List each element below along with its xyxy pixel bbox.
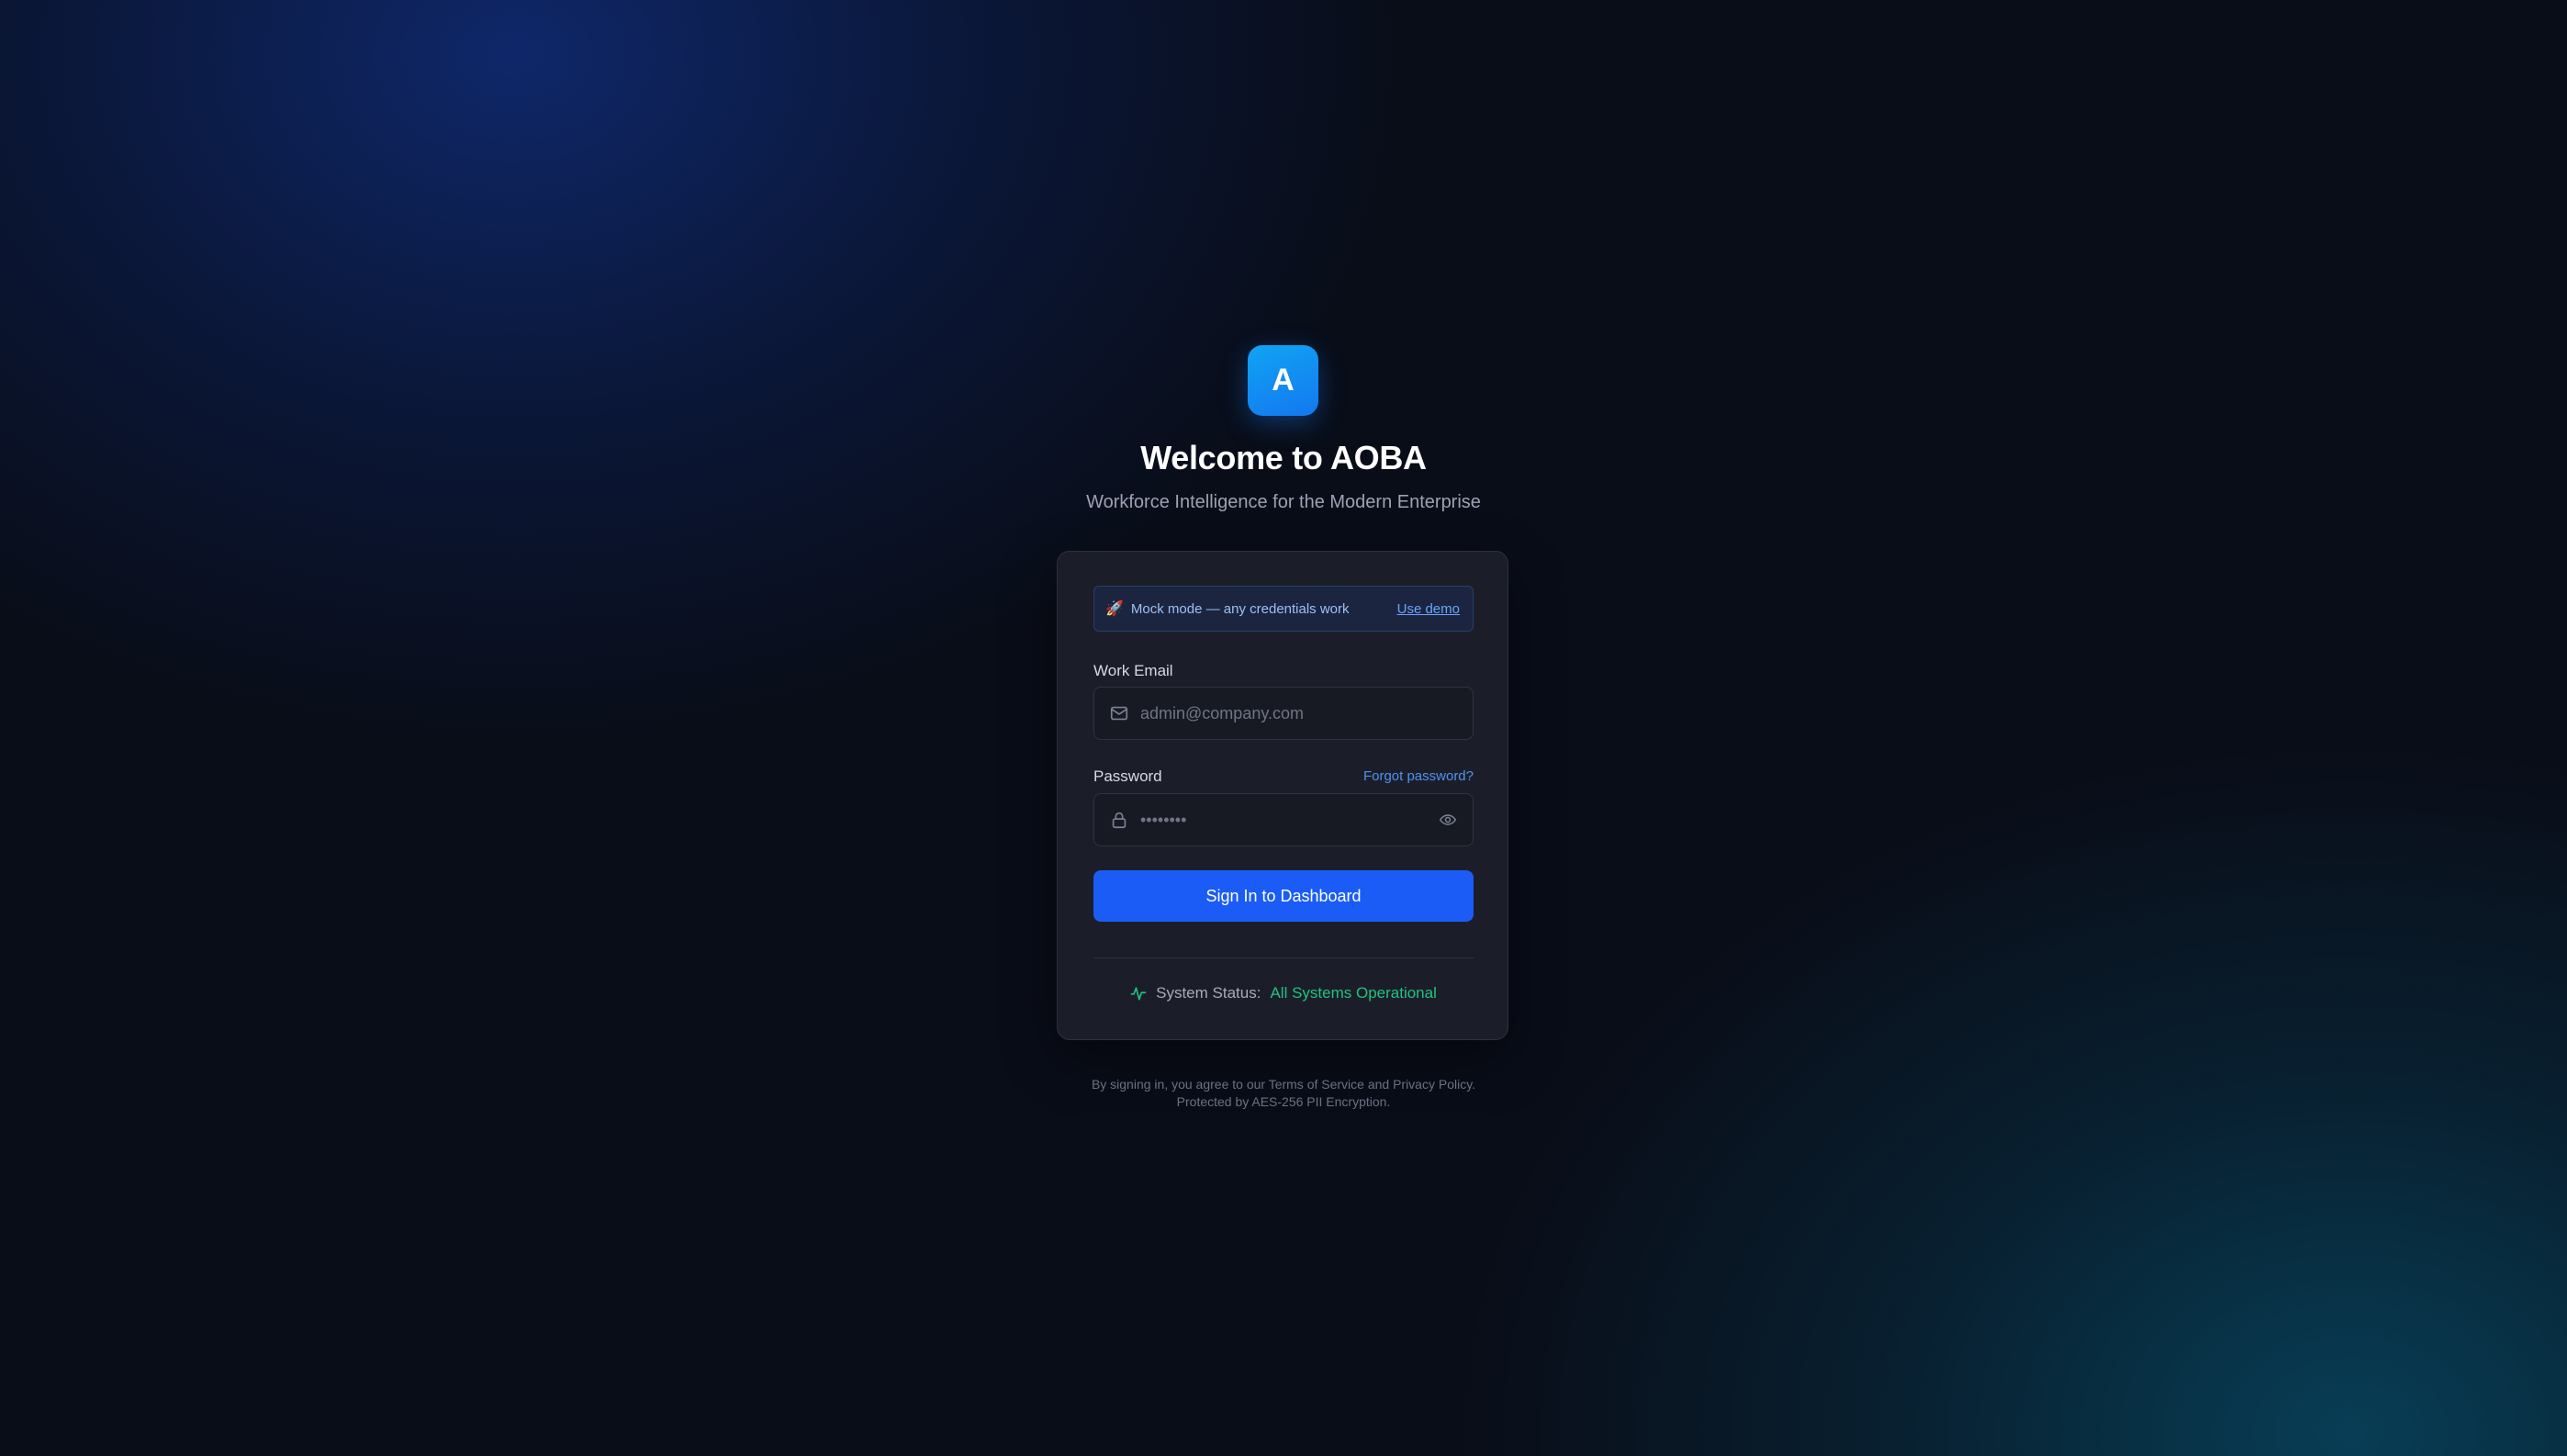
use-demo-link[interactable]: Use demo [1397,601,1460,617]
app-logo: A [1248,345,1318,416]
email-field[interactable] [1093,687,1474,740]
rocket-icon: 🚀 [1105,601,1124,617]
sign-in-button[interactable]: Sign In to Dashboard [1093,870,1474,922]
encryption-note: Protected by AES-256 PII Encryption. [1176,1094,1391,1109]
legal-footer: By signing in, you agree to our Terms of… [0,1076,2567,1111]
password-label: Password [1093,767,1162,785]
status-label: System Status: [1156,984,1261,1002]
email-label: Work Email [1093,662,1173,679]
page-subtitle: Workforce Intelligence for the Modern En… [1086,492,1481,512]
lock-icon [1109,810,1129,830]
login-card: 🚀 Mock mode — any credentials work Use d… [1057,551,1508,1040]
password-field[interactable] [1093,793,1474,846]
system-status: System Status: All Systems Operational [1058,983,1508,1003]
legal-text: By signing in, you agree to our Terms of… [1091,1077,1476,1092]
email-input[interactable] [1140,703,1458,723]
eye-icon[interactable] [1438,810,1458,830]
mail-icon [1109,703,1129,723]
activity-icon [1128,983,1149,1003]
password-input[interactable] [1140,810,1438,830]
logo-letter: A [1272,363,1295,398]
mock-mode-text: Mock mode — any credentials work [1130,600,1350,617]
page-title: Welcome to AOBA [1140,439,1427,476]
mock-mode-banner: 🚀 Mock mode — any credentials work Use d… [1093,586,1474,632]
forgot-password-link[interactable]: Forgot password? [1363,768,1474,784]
status-value: All Systems Operational [1270,984,1437,1002]
